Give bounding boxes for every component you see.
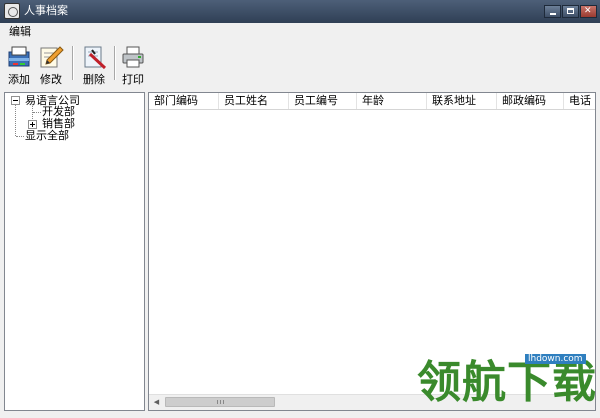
watermark-logo: 领航下载 lhdown.com: [417, 354, 599, 418]
title-bar[interactable]: 人事档案: [0, 0, 600, 23]
close-button[interactable]: [580, 5, 597, 18]
tree-connector: [16, 136, 24, 137]
print-button[interactable]: 打印: [118, 42, 148, 88]
toolbar: 添加 修改 删除 打印: [0, 40, 600, 92]
edit-pencil-icon: [40, 46, 64, 68]
menu-edit[interactable]: 编辑: [9, 24, 31, 39]
maximize-button[interactable]: [562, 5, 579, 18]
watermark-url: lhdown.com: [525, 354, 586, 364]
delete-label: 删除: [83, 73, 105, 86]
scroll-thumb[interactable]: [165, 397, 275, 407]
window-title: 人事档案: [24, 4, 68, 17]
tree-expander-root[interactable]: [11, 96, 20, 105]
edit-label: 修改: [40, 73, 62, 86]
print-label: 打印: [122, 73, 144, 86]
delete-button[interactable]: 删除: [79, 42, 109, 88]
minimize-button[interactable]: [544, 5, 561, 18]
column-header-postcode[interactable]: 邮政编码: [497, 93, 564, 109]
column-header-phone[interactable]: 电话: [564, 93, 595, 109]
edit-button[interactable]: 修改: [36, 42, 66, 88]
watermark-text: 领航下载: [417, 357, 597, 408]
list-header: 部门编码 员工姓名 员工编号 年龄 联系地址 邮政编码 电话: [149, 93, 595, 110]
add-record-icon: [8, 46, 30, 67]
printer-icon: [122, 46, 144, 68]
tree-node-show-all[interactable]: 显示全部: [25, 130, 69, 142]
column-header-dept-code[interactable]: 部门编码: [149, 93, 219, 109]
tree-connector: [33, 112, 41, 113]
scroll-left-icon[interactable]: ◀: [149, 395, 164, 410]
grip-line: [220, 400, 221, 404]
toolbar-separator: [72, 46, 74, 80]
column-header-address[interactable]: 联系地址: [427, 93, 497, 109]
grip-line: [223, 400, 224, 404]
app-icon: [4, 3, 20, 19]
delete-icon: [84, 46, 107, 70]
tree-connector: [15, 105, 16, 136]
column-header-name[interactable]: 员工姓名: [219, 93, 289, 109]
app-window: 人事档案 编辑 添加 修改: [0, 0, 600, 418]
column-header-employee-id[interactable]: 员工编号: [289, 93, 357, 109]
grip-line: [217, 400, 218, 404]
column-header-age[interactable]: 年龄: [357, 93, 427, 109]
department-tree[interactable]: 易语言公司 开发部 销售部 显示全部: [4, 92, 145, 411]
menu-bar: 编辑: [0, 23, 600, 40]
add-button[interactable]: 添加: [4, 42, 34, 88]
tree-expander-sales[interactable]: [28, 120, 37, 129]
